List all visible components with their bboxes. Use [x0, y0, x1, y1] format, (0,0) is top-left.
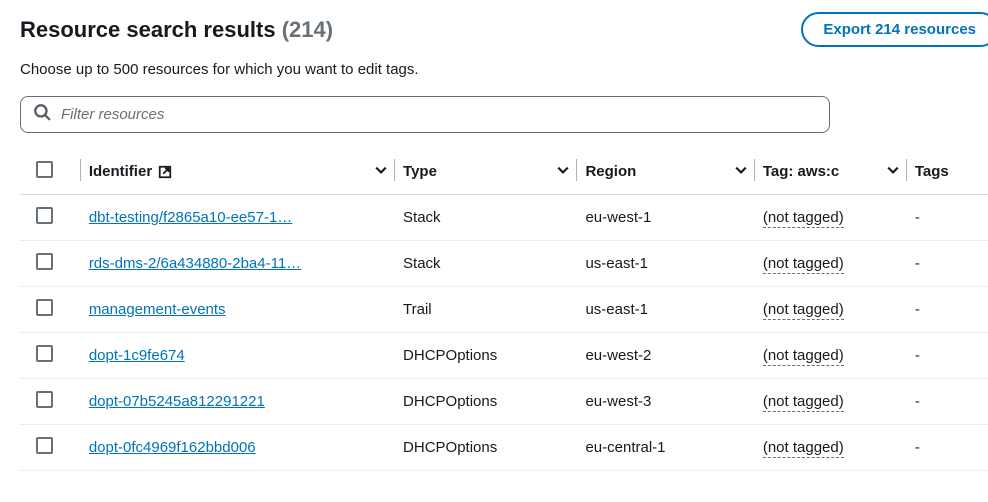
tags-value: -	[915, 439, 920, 456]
resource-region: us-east-1	[585, 301, 648, 318]
filter-input-wrapper[interactable]	[20, 96, 830, 133]
export-resources-button[interactable]: Export 214 resources	[801, 12, 988, 47]
select-all-checkbox[interactable]	[36, 161, 53, 178]
sort-icon[interactable]	[735, 163, 747, 180]
sort-icon[interactable]	[375, 163, 387, 180]
resource-identifier-link[interactable]: dopt-07b5245a812291221	[89, 393, 265, 410]
resource-identifier-link[interactable]: dopt-1c9fe674	[89, 347, 185, 364]
resource-type: DHCPOptions	[403, 393, 497, 410]
resource-region: us-east-1	[585, 255, 648, 272]
tag-value: (not tagged)	[763, 209, 844, 228]
page-subtitle: Choose up to 500 resources for which you…	[20, 61, 988, 78]
tags-value: -	[915, 301, 920, 318]
column-header-tags[interactable]: Tags	[915, 163, 949, 180]
resource-type: Trail	[403, 301, 432, 318]
tags-value: -	[915, 255, 920, 272]
row-checkbox[interactable]	[36, 345, 53, 362]
resource-region: eu-west-2	[585, 347, 651, 364]
tag-value: (not tagged)	[763, 255, 844, 274]
tags-value: -	[915, 209, 920, 226]
resource-identifier-link[interactable]: dbt-testing/f2865a10-ee57-1…	[89, 209, 292, 226]
table-row: dbt-testing/f2865a10-ee57-1… Stack eu-west…	[20, 195, 988, 241]
resource-identifier-link[interactable]: rds-dms-2/6a434880-2ba4-11…	[89, 255, 301, 272]
column-header-identifier[interactable]: Identifier	[89, 163, 152, 180]
table-row: dopt-0fc4969f162bbd006 DHCPOptions eu-cent…	[20, 425, 988, 471]
row-checkbox[interactable]	[36, 207, 53, 224]
sort-icon[interactable]	[557, 163, 569, 180]
page-header: Resource search results (214) Export 214…	[20, 12, 988, 47]
row-checkbox[interactable]	[36, 299, 53, 316]
row-checkbox[interactable]	[36, 391, 53, 408]
tags-value: -	[915, 393, 920, 410]
table-row: dopt-07b5245a812291221 DHCPOptions eu-west…	[20, 379, 988, 425]
result-count: (214)	[282, 17, 333, 42]
row-checkbox[interactable]	[36, 253, 53, 270]
resource-type: Stack	[403, 255, 441, 272]
title-text: Resource search results	[20, 17, 276, 42]
table-row: rds-dms-2/6a434880-2ba4-11… Stack us-east-…	[20, 241, 988, 287]
resource-region: eu-central-1	[585, 439, 665, 456]
tag-value: (not tagged)	[763, 301, 844, 320]
external-link-icon	[158, 165, 172, 179]
resource-type: DHCPOptions	[403, 439, 497, 456]
resource-identifier-link[interactable]: management-events	[89, 301, 226, 318]
tags-value: -	[915, 347, 920, 364]
search-icon	[33, 103, 61, 126]
column-header-region[interactable]: Region	[585, 163, 636, 180]
resource-type: DHCPOptions	[403, 347, 497, 364]
page-title: Resource search results (214)	[20, 17, 333, 43]
column-header-tag-aws[interactable]: Tag: aws:c	[763, 163, 839, 180]
resource-type: Stack	[403, 209, 441, 226]
resource-region: eu-west-3	[585, 393, 651, 410]
table-row: dopt-1c9fe674 DHCPOptions eu-west-2 (not ta…	[20, 333, 988, 379]
sort-icon[interactable]	[887, 163, 899, 180]
resource-identifier-link[interactable]: dopt-0fc4969f162bbd006	[89, 439, 256, 456]
filter-input[interactable]	[61, 106, 817, 123]
row-checkbox[interactable]	[36, 437, 53, 454]
table-row: management-events Trail us-east-1 (not tagg…	[20, 287, 988, 333]
tag-value: (not tagged)	[763, 439, 844, 458]
resource-region: eu-west-1	[585, 209, 651, 226]
column-header-type[interactable]: Type	[403, 163, 437, 180]
tag-value: (not tagged)	[763, 347, 844, 366]
results-table: Identifier Ty	[20, 151, 988, 471]
table-header-row: Identifier Ty	[20, 151, 988, 195]
tag-value: (not tagged)	[763, 393, 844, 412]
